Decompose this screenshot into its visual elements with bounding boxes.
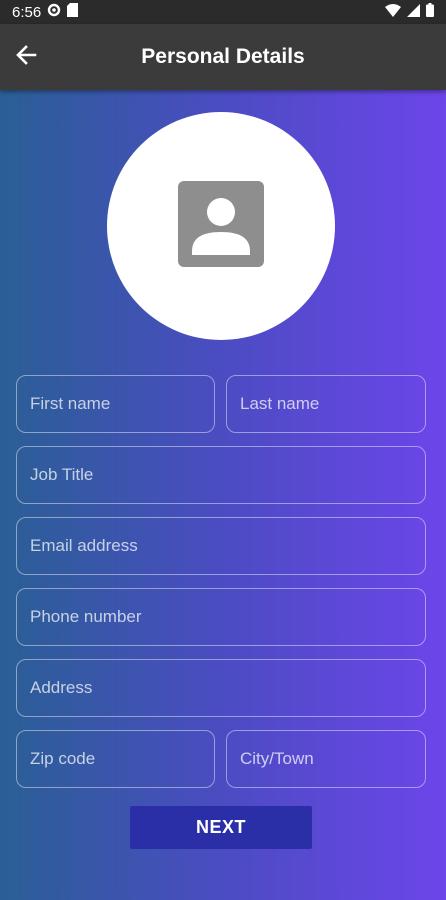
email-input[interactable] <box>16 517 426 575</box>
first-name-input[interactable] <box>16 375 215 433</box>
address-input[interactable] <box>16 659 426 717</box>
sd-card-icon <box>67 3 79 21</box>
battery-icon <box>426 3 434 21</box>
form-content: NEXT <box>0 90 446 900</box>
signal-icon <box>407 3 420 21</box>
status-left: 6:56 <box>12 3 79 21</box>
settings-gear-icon <box>47 3 61 21</box>
phone-input[interactable] <box>16 588 426 646</box>
wifi-icon <box>385 3 401 21</box>
zip-code-input[interactable] <box>16 730 215 788</box>
job-title-input[interactable] <box>16 446 426 504</box>
next-button[interactable]: NEXT <box>130 806 312 849</box>
city-input[interactable] <box>226 730 426 788</box>
back-button[interactable] <box>10 41 42 73</box>
arrow-left-icon <box>15 44 37 71</box>
person-placeholder-icon <box>178 180 264 272</box>
status-right <box>385 3 434 21</box>
page-title: Personal Details <box>141 45 305 68</box>
last-name-input[interactable] <box>226 375 426 433</box>
status-bar: 6:56 <box>0 0 446 24</box>
app-bar: Personal Details <box>0 24 446 90</box>
avatar-picker[interactable] <box>107 112 335 340</box>
status-time: 6:56 <box>12 3 42 21</box>
